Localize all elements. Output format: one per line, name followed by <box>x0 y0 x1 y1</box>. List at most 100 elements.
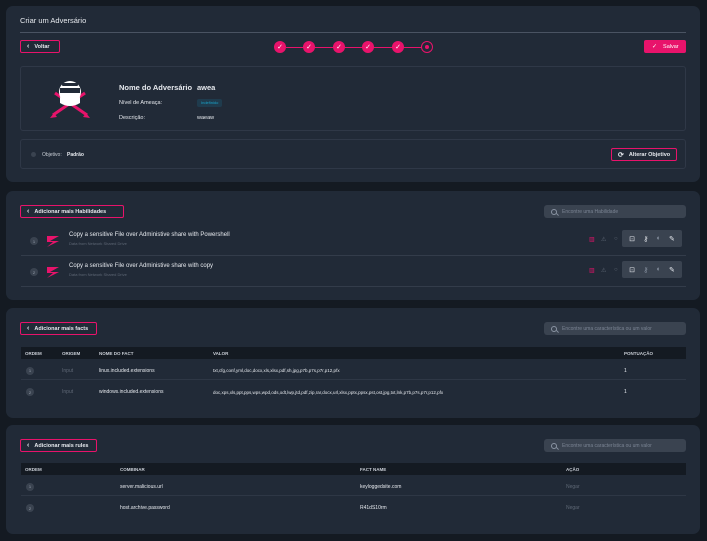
lock-icon[interactable]: ⊡ <box>629 235 635 243</box>
threat-level-badge: Indefinido <box>197 99 223 107</box>
search-icon <box>551 325 557 332</box>
col-match: COMBINAR <box>120 466 145 472</box>
step-3-check-icon[interactable]: ✓ <box>333 41 345 53</box>
add-facts-button[interactable]: ‹ Adicionar mais facts <box>20 322 97 335</box>
step-5-check-icon[interactable]: ✓ <box>392 41 404 53</box>
ability-subtitle: Data from Network Shared Drive <box>69 272 127 277</box>
platforms-icon: ▥ <box>589 237 595 243</box>
ability-row[interactable]: 1 Copy a sensitive File over Administive… <box>21 226 686 256</box>
abilities-search-placeholder: Encontre uma Habilidade <box>562 208 619 215</box>
change-objective-button[interactable]: ⟳ Alterar Objetivo <box>611 148 677 161</box>
current-step-dot <box>425 45 429 49</box>
warning-icon: ⚠ <box>601 268 607 274</box>
rules-search-input[interactable]: Encontre uma característica ou um valor <box>544 439 686 452</box>
search-icon <box>551 208 557 215</box>
status-icon: ○ <box>614 267 618 273</box>
chevron-left-icon: ‹ <box>27 325 30 332</box>
facts-card: ‹ Adicionar mais facts Encontre uma cara… <box>6 308 700 418</box>
fact-order-badge: 1 <box>26 366 34 375</box>
key-icon[interactable]: ⚷ <box>643 235 648 243</box>
add-abilities-label: Adicionar mais Habilidades <box>34 208 107 215</box>
col-value: VALOR <box>213 350 229 356</box>
table-row[interactable]: 1 server.malicious.url keyloggedsite.com… <box>21 478 686 496</box>
col-score: PONTUAÇÃO <box>624 350 653 356</box>
ability-tools: ⊡ ⚷ ◐ ✎ <box>622 261 682 278</box>
save-button[interactable]: ✓ Salvar <box>644 40 686 53</box>
search-icon <box>551 442 557 449</box>
rule-order-badge: 1 <box>26 482 34 491</box>
abilities-search-input[interactable]: Encontre uma Habilidade <box>544 205 686 218</box>
chevron-left-icon: ‹ <box>27 43 30 50</box>
fact-value: txt,cfg,conf,yml,doc,docx,xls,xlsx,pdf,s… <box>213 368 340 373</box>
objective-value: Padrão <box>67 152 84 158</box>
add-rules-button[interactable]: ‹ Adicionar mais rules <box>20 439 97 452</box>
col-order: ORDEM <box>25 466 42 472</box>
objective-dot-icon <box>31 152 36 157</box>
facts-search-input[interactable]: Encontre uma característica ou um valor <box>544 322 686 335</box>
fact-origin: Input <box>62 389 74 395</box>
rule-match: server.malicious.url <box>120 483 163 490</box>
save-button-label: Salvar <box>663 43 679 50</box>
fact-origin: Input <box>62 367 74 374</box>
ability-title: Copy a sensitive File over Administive s… <box>69 263 214 269</box>
change-objective-label: Alterar Objetivo <box>628 151 671 158</box>
step-1-check-icon[interactable]: ✓ <box>274 41 286 53</box>
back-button[interactable]: ‹ Voltar <box>20 40 60 53</box>
rule-action: Negar <box>566 483 580 490</box>
ability-logo-icon <box>46 265 60 279</box>
rules-table-header: ORDEM COMBINAR FACT NAME AÇÃO <box>21 463 686 475</box>
key-icon[interactable]: ⚷ <box>643 266 648 274</box>
description-value: waeaw <box>197 115 215 121</box>
ability-order-badge: 2 <box>30 268 38 276</box>
step-2-check-icon[interactable]: ✓ <box>303 41 315 53</box>
ability-order-badge: 1 <box>30 237 38 245</box>
objective-label: Objetivo: <box>42 152 62 158</box>
col-fact-name: NOME DO FACT <box>99 350 134 356</box>
add-rules-label: Adicionar mais rules <box>34 442 89 449</box>
rules-card: ‹ Adicionar mais rules Encontre uma cara… <box>6 425 700 534</box>
adversary-name-label: Nome do Adversário <box>119 83 193 92</box>
abilities-card: ‹ Adicionar mais Habilidades Encontre um… <box>6 191 700 300</box>
ability-row[interactable]: 2 Copy a sensitive File over Administive… <box>21 257 686 287</box>
col-action: AÇÃO <box>566 466 580 472</box>
ability-tools: ⊡ ⚷ ◐ ✎ <box>622 230 682 247</box>
chevron-left-icon: ‹ <box>27 208 30 215</box>
rule-order-badge: 2 <box>26 504 34 512</box>
description-label: Descrição: <box>119 115 145 121</box>
table-row[interactable]: 2 Input windows.included.extensions doc,… <box>21 383 686 401</box>
rule-fact: keyloggedsite.com <box>360 483 402 490</box>
rule-match: host.archive.password <box>120 505 170 511</box>
status-icon: ○ <box>614 236 618 242</box>
fact-score: 1 <box>624 389 627 395</box>
brush-icon[interactable]: ✎ <box>669 235 675 243</box>
toggle-icon[interactable]: ◐ <box>657 235 661 242</box>
fact-name: windows.included.extensions <box>99 389 164 395</box>
fact-name: linux.included.extensions <box>99 367 155 374</box>
table-row[interactable]: 2 host.archive.password R41dS10rm Negar <box>21 499 686 517</box>
adversary-name-value: awea <box>197 83 216 92</box>
fact-order-badge: 2 <box>26 388 34 396</box>
warning-icon: ⚠ <box>601 237 607 243</box>
platforms-icon: ▥ <box>589 268 595 274</box>
facts-table-header: ORDEM ORIGEM NOME DO FACT VALOR PONTUAÇÃ… <box>21 347 686 359</box>
title-divider <box>20 32 686 33</box>
adversary-avatar-icon <box>45 75 95 125</box>
page-title: Criar um Adversário <box>20 16 87 25</box>
objective-box: Objetivo: Padrão ⟳ Alterar Objetivo <box>20 139 686 169</box>
fact-value: doc,xps,xls,ppt,pps,wps,wpd,ods,odt,lwp,… <box>213 389 444 395</box>
brush-icon[interactable]: ✎ <box>669 266 675 274</box>
col-fact-name: FACT NAME <box>360 466 387 472</box>
step-4-check-icon[interactable]: ✓ <box>362 41 374 53</box>
table-row[interactable]: 1 Input linux.included.extensions txt,cf… <box>21 362 686 380</box>
chevron-left-icon: ‹ <box>27 442 30 449</box>
add-abilities-button[interactable]: ‹ Adicionar mais Habilidades <box>20 205 124 218</box>
rule-action: Negar <box>566 505 580 511</box>
col-order: ORDEM <box>25 350 42 356</box>
rule-fact: R41dS10rm <box>360 505 387 511</box>
step-6-current[interactable] <box>421 41 433 53</box>
fact-score: 1 <box>624 367 627 374</box>
lock-icon[interactable]: ⊡ <box>629 266 635 274</box>
add-facts-label: Adicionar mais facts <box>34 325 89 332</box>
toggle-icon[interactable]: ◐ <box>657 266 661 273</box>
ability-subtitle: Data from Network Shared Drive <box>69 241 127 246</box>
